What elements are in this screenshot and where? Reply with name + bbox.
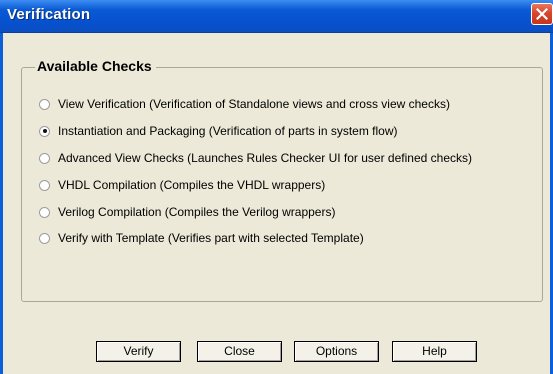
- option-verilog-compilation[interactable]: Verilog Compilation (Compiles the Verilo…: [39, 204, 335, 220]
- option-label: View Verification (Verification of Stand…: [58, 97, 450, 111]
- radio-button[interactable]: [39, 232, 50, 244]
- radio-button[interactable]: [39, 179, 50, 191]
- radio-button-selected[interactable]: [39, 125, 50, 137]
- radio-button[interactable]: [39, 98, 50, 110]
- option-label: Verilog Compilation (Compiles the Verilo…: [58, 205, 336, 219]
- radio-button[interactable]: [39, 152, 50, 164]
- option-instantiation-packaging[interactable]: Instantiation and Packaging (Verificatio…: [39, 123, 398, 139]
- group-title: Available Checks: [35, 57, 156, 75]
- option-label: VHDL Compilation (Compiles the VHDL wrap…: [58, 178, 326, 192]
- option-verify-with-template[interactable]: Verify with Template (Verifies part with…: [39, 230, 364, 246]
- window-title: Verification: [7, 6, 91, 23]
- option-label: Advanced View Checks (Launches Rules Che…: [58, 151, 472, 165]
- option-vhdl-compilation[interactable]: VHDL Compilation (Compiles the VHDL wrap…: [39, 177, 325, 193]
- option-advanced-view-checks[interactable]: Advanced View Checks (Launches Rules Che…: [39, 150, 472, 166]
- option-view-verification[interactable]: View Verification (Verification of Stand…: [39, 96, 450, 112]
- option-label: Verify with Template (Verifies part with…: [58, 231, 364, 245]
- verify-button[interactable]: Verify: [96, 341, 181, 362]
- radio-button[interactable]: [39, 206, 50, 218]
- options-button[interactable]: Options: [294, 341, 379, 362]
- title-bar[interactable]: Verification: [0, 0, 553, 33]
- close-window-button[interactable]: [531, 3, 553, 25]
- dialog-body: Available Checks View Verification (Veri…: [3, 33, 550, 374]
- verification-window: Verification Available Checks View Verif…: [0, 0, 553, 374]
- option-label: Instantiation and Packaging (Verificatio…: [58, 124, 398, 138]
- help-button[interactable]: Help: [392, 341, 477, 362]
- close-button[interactable]: Close: [197, 341, 282, 362]
- close-x-icon: [536, 8, 548, 20]
